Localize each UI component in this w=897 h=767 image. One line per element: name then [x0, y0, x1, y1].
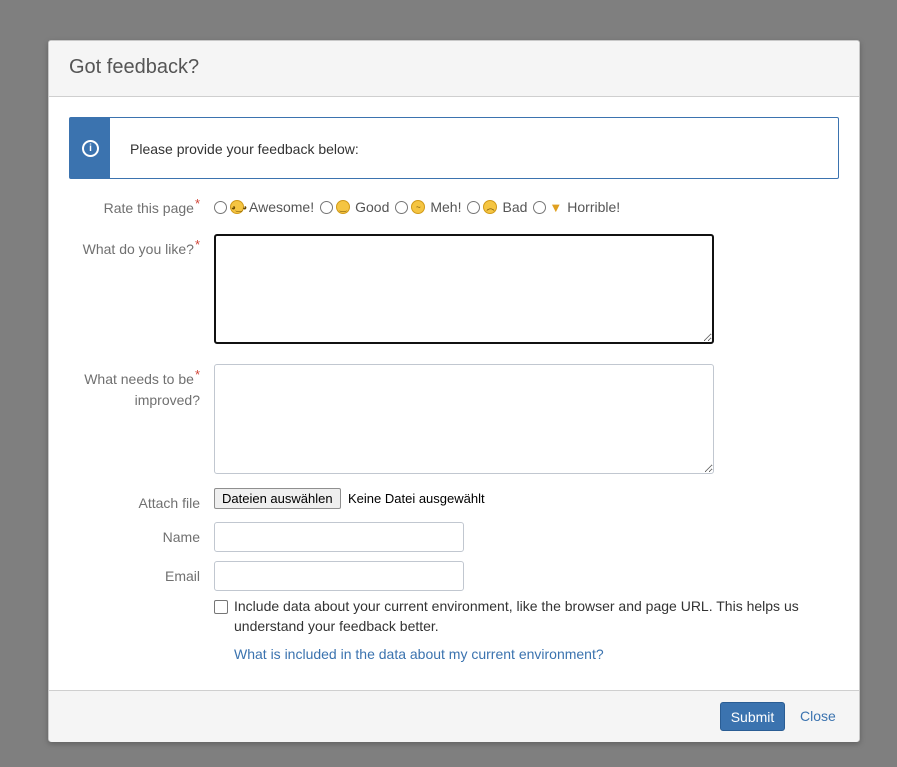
rate-label-text: Rate this page [104, 200, 194, 216]
email-label: Email [165, 566, 200, 586]
required-mark: * [195, 367, 200, 382]
rating-radio-meh[interactable] [395, 201, 408, 214]
rate-label: Rate this page* [104, 198, 200, 219]
rating-label-awesome: Awesome! [249, 199, 314, 215]
name-input[interactable] [214, 522, 464, 552]
dialog-header: Got feedback? [49, 41, 859, 97]
choose-files-button[interactable]: Dateien auswählen [214, 488, 341, 509]
meh-emoji-icon: ~ [411, 200, 425, 214]
info-icon: i [82, 140, 99, 157]
rating-group: ◕‿◕ Awesome! ‿ Good ~ Meh! ︵ Bad ▼ Horri… [214, 197, 626, 217]
name-label: Name [163, 527, 200, 547]
improve-label-line2: improved? [135, 392, 200, 408]
thumbs-down-icon: ▼ [549, 200, 562, 215]
improve-textarea[interactable] [214, 364, 714, 474]
improve-label-line1: What needs to be [84, 371, 194, 387]
environment-info-link[interactable]: What is included in the data about my cu… [234, 646, 604, 662]
file-status: Keine Datei ausgewählt [348, 491, 485, 506]
grin-emoji-icon: ◕‿◕ [230, 200, 244, 214]
dialog-footer: Submit Close [49, 690, 859, 742]
frown-emoji-icon: ︵ [483, 200, 497, 214]
rating-label-horrible: Horrible! [567, 199, 620, 215]
like-label: What do you like?* [83, 239, 200, 260]
rating-label-good: Good [355, 199, 389, 215]
rating-radio-awesome[interactable] [214, 201, 227, 214]
like-label-text: What do you like? [83, 241, 194, 257]
rating-radio-horrible[interactable] [533, 201, 546, 214]
attach-label: Attach file [139, 493, 200, 513]
rating-label-bad: Bad [502, 199, 527, 215]
submit-button[interactable]: Submit [720, 702, 785, 731]
required-mark: * [195, 196, 200, 211]
feedback-dialog: Got feedback? i Please provide your feed… [48, 40, 860, 742]
rating-radio-good[interactable] [320, 201, 333, 214]
rating-radio-bad[interactable] [467, 201, 480, 214]
include-environment-text: Include data about your current environm… [234, 596, 814, 636]
email-input[interactable] [214, 561, 464, 591]
info-sidebar: i [70, 118, 110, 178]
like-textarea[interactable] [214, 234, 714, 344]
required-mark: * [195, 237, 200, 252]
include-environment-checkbox[interactable] [214, 600, 228, 614]
improve-label: What needs to be* improved? [84, 369, 200, 410]
close-link[interactable]: Close [800, 708, 836, 724]
smile-emoji-icon: ‿ [336, 200, 350, 214]
dialog-title: Got feedback? [69, 56, 199, 79]
rating-label-meh: Meh! [430, 199, 461, 215]
info-message: i Please provide your feedback below: [69, 117, 839, 179]
info-text: Please provide your feedback below: [130, 141, 359, 157]
